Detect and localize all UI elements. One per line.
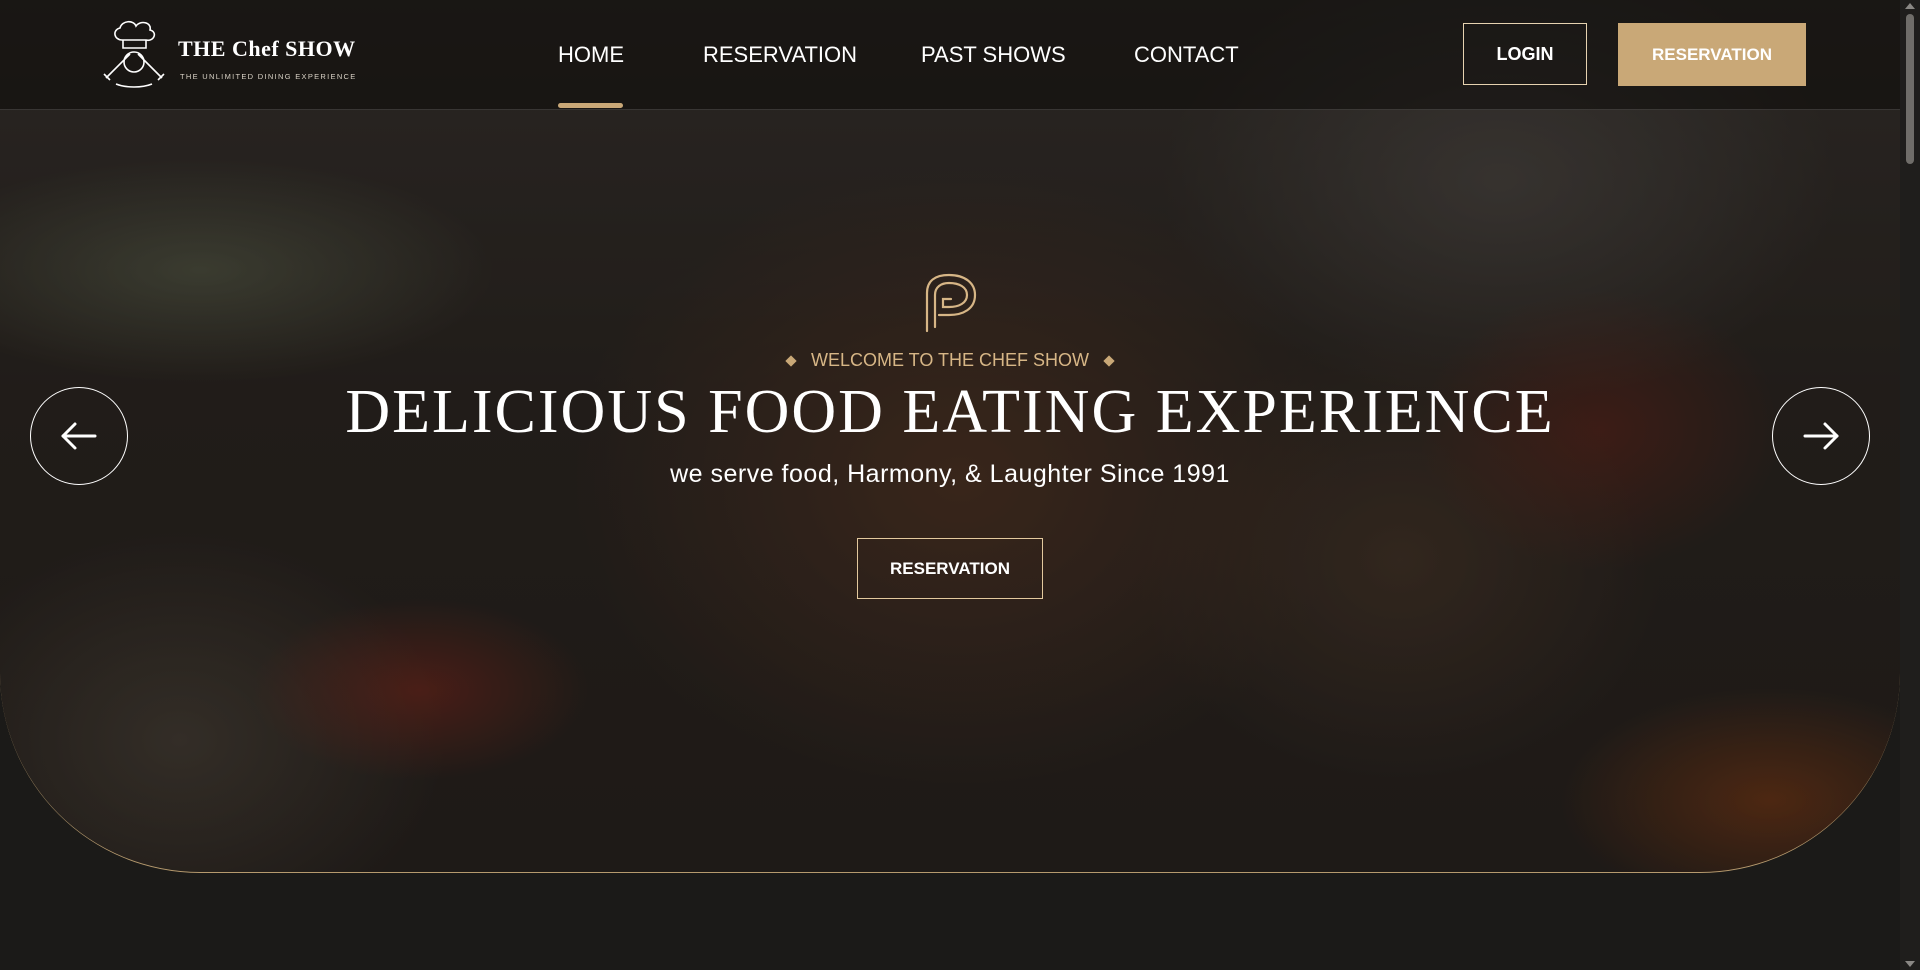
- nav-past-shows[interactable]: PAST SHOWS: [921, 42, 1066, 68]
- site-logo[interactable]: THE Chef SHOW THE UNLIMITED DINING EXPER…: [96, 18, 355, 88]
- diamond-left-icon: [785, 355, 797, 367]
- scrollbar-thumb[interactable]: [1906, 14, 1914, 164]
- arrow-left-icon: [61, 422, 97, 450]
- scroll-down-icon[interactable]: [1905, 961, 1915, 967]
- slider-next-button[interactable]: [1772, 387, 1870, 485]
- nav-contact[interactable]: CONTACT: [1134, 42, 1239, 68]
- logo-tagline: THE UNLIMITED DINING EXPERIENCE: [180, 72, 357, 81]
- page-scrollbar[interactable]: [1900, 0, 1920, 970]
- nav-reservation[interactable]: RESERVATION: [703, 42, 857, 68]
- hero-headline: DELICIOUS FOOD EATING EXPERIENCE: [345, 378, 1555, 446]
- welcome-text: WELCOME TO THE CHEF SHOW: [0, 350, 1900, 371]
- hero-reservation-button[interactable]: RESERVATION: [857, 538, 1043, 599]
- diamond-right-icon: [1103, 355, 1115, 367]
- site-header: THE Chef SHOW THE UNLIMITED DINING EXPER…: [0, 0, 1900, 110]
- nav-home[interactable]: HOME: [558, 42, 624, 68]
- welcome-label: WELCOME TO THE CHEF SHOW: [810, 350, 1090, 370]
- scroll-up-icon[interactable]: [1905, 3, 1915, 9]
- login-button[interactable]: LOGIN: [1463, 23, 1587, 85]
- brand-emblem-icon: [925, 273, 977, 333]
- nav-active-indicator: [558, 103, 623, 108]
- arrow-right-icon: [1803, 422, 1839, 450]
- hero-subline: we serve food, Harmony, & Laughter Since…: [670, 460, 1230, 488]
- logo-title: THE Chef SHOW: [178, 36, 356, 61]
- header-reservation-button[interactable]: RESERVATION: [1618, 23, 1806, 86]
- chef-hat-logo-icon: [103, 20, 165, 88]
- slider-prev-button[interactable]: [30, 387, 128, 485]
